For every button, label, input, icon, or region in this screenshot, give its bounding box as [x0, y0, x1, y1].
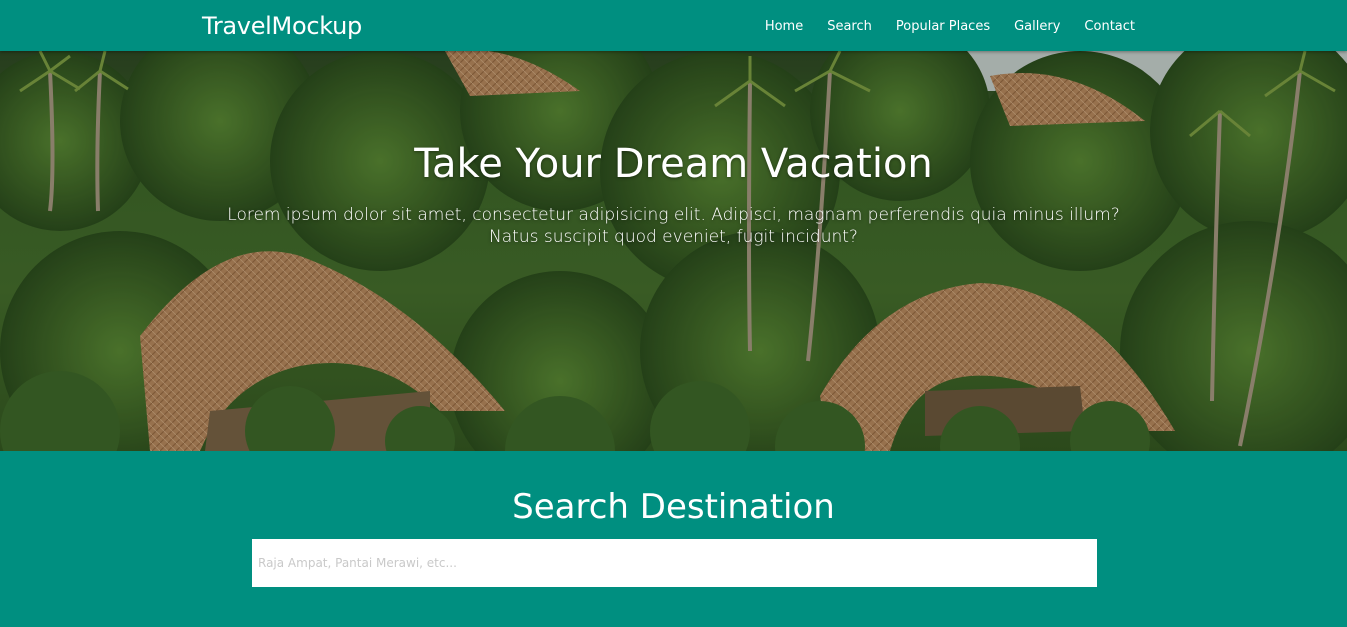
nav-item-home: Home — [765, 17, 803, 35]
navbar: TravelMockup Home Search Popular Places … — [0, 0, 1347, 51]
nav-item-contact: Contact — [1084, 17, 1135, 35]
hero-overlay — [0, 51, 1347, 451]
search-section: Search Destination — [0, 451, 1347, 627]
search-title: Search Destination — [512, 487, 835, 527]
hero-section: Take Your Dream Vacation Lorem ipsum dol… — [0, 51, 1347, 451]
nav-link-popular-places[interactable]: Popular Places — [896, 19, 990, 34]
nav-item-gallery: Gallery — [1014, 17, 1060, 35]
nav-link-search[interactable]: Search — [827, 19, 872, 34]
brand-logo[interactable]: TravelMockup — [202, 12, 362, 40]
search-input[interactable] — [252, 539, 1097, 587]
nav-link-contact[interactable]: Contact — [1084, 19, 1135, 34]
hero-description: Lorem ipsum dolor sit amet, consectetur … — [227, 205, 1120, 247]
hero-title: Take Your Dream Vacation — [414, 141, 933, 187]
nav-item-popular-places: Popular Places — [896, 17, 990, 35]
nav-item-search: Search — [827, 17, 872, 35]
nav-links: Home Search Popular Places Gallery Conta… — [765, 0, 1135, 51]
nav-link-home[interactable]: Home — [765, 19, 803, 34]
nav-link-gallery[interactable]: Gallery — [1014, 19, 1060, 34]
